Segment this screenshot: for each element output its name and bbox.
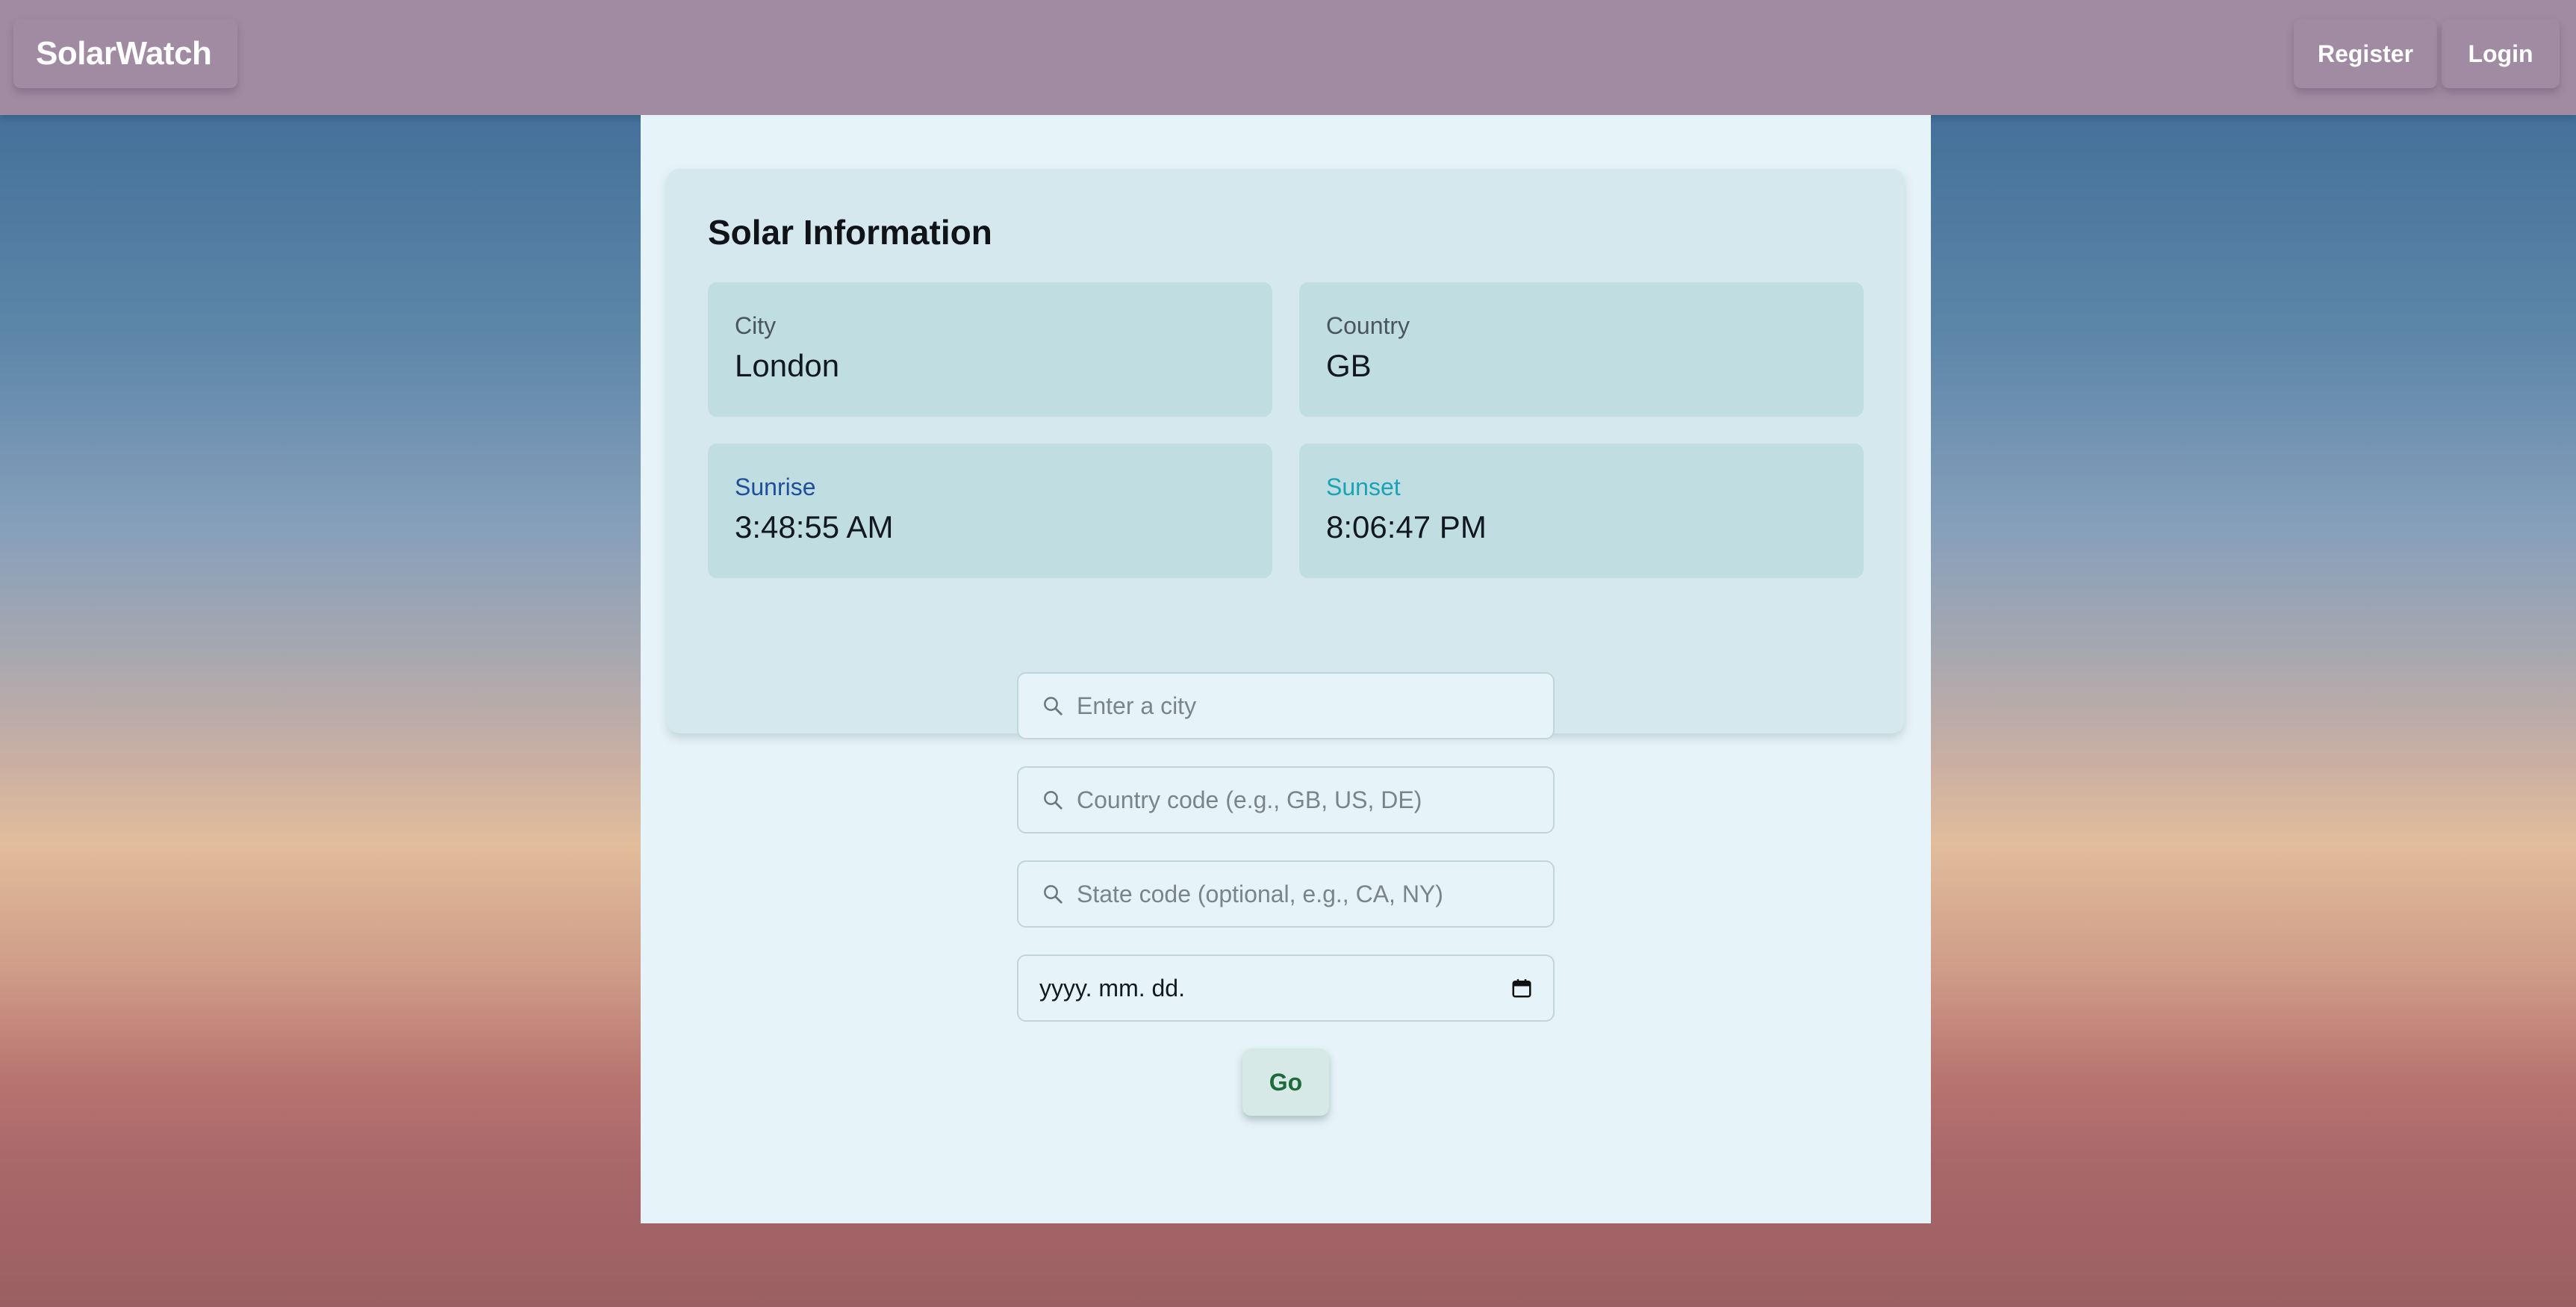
calendar-icon[interactable] (1507, 973, 1537, 1003)
search-icon (1038, 691, 1068, 721)
sunrise-value: 3:48:55 AM (735, 509, 894, 544)
city-input[interactable] (1077, 674, 1553, 738)
country-label: Country (1326, 312, 1410, 339)
sunrise-tile: Sunrise 3:48:55 AM (708, 444, 1272, 578)
search-icon (1038, 879, 1068, 909)
login-button[interactable]: Login (2442, 19, 2560, 88)
city-tile: City London (708, 282, 1272, 417)
sunset-label: Sunset (1326, 474, 1401, 500)
main-container: Solar Information City London Country GB… (641, 115, 1931, 1223)
brand-logo[interactable]: SolarWatch (13, 19, 237, 88)
sunrise-label: Sunrise (735, 474, 816, 500)
state-field[interactable] (1017, 860, 1555, 928)
solar-information-card: Solar Information City London Country GB… (668, 169, 1904, 733)
date-input[interactable]: yyyy. mm. dd. (1039, 975, 1507, 1002)
country-tile: Country GB (1299, 282, 1864, 417)
register-button[interactable]: Register (2294, 19, 2437, 88)
sunset-value: 8:06:47 PM (1326, 509, 1487, 544)
city-value: London (735, 348, 840, 383)
top-navbar: SolarWatch Register Login (0, 0, 2576, 115)
date-field[interactable]: yyyy. mm. dd. (1017, 954, 1555, 1022)
go-button[interactable]: Go (1242, 1049, 1329, 1116)
country-field[interactable] (1017, 766, 1555, 833)
country-code-input[interactable] (1077, 768, 1553, 832)
city-label: City (735, 312, 777, 339)
state-code-input[interactable] (1077, 862, 1553, 926)
sunset-tile: Sunset 8:06:47 PM (1299, 444, 1864, 578)
solar-information-title: Solar Information (708, 213, 992, 252)
search-icon (1038, 785, 1068, 815)
country-value: GB (1326, 348, 1372, 383)
city-field[interactable] (1017, 672, 1555, 739)
